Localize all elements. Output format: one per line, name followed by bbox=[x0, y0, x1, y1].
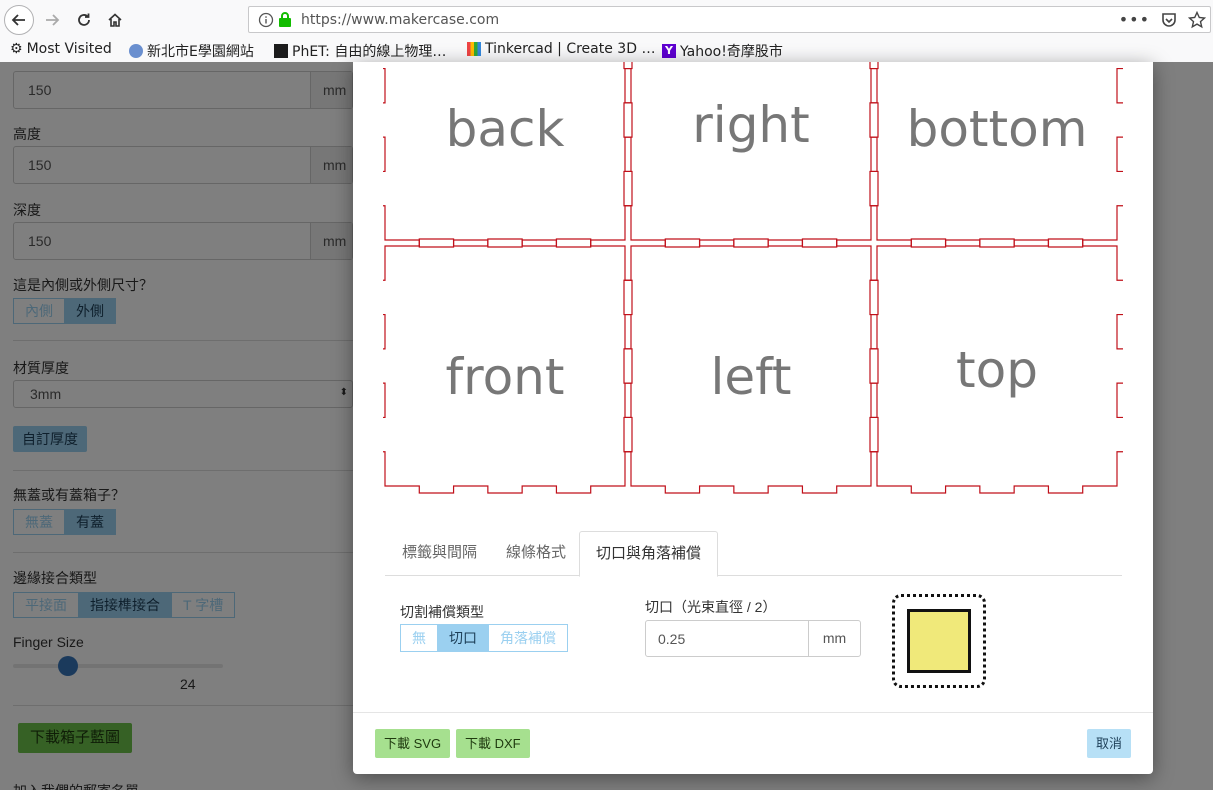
download-modal: back right bottom front left top 標籤與間隔 線條格式 切… bbox=[353, 62, 1153, 774]
arrow-left-icon bbox=[11, 14, 25, 26]
home-icon bbox=[108, 13, 122, 27]
arrow-right-icon bbox=[46, 14, 60, 26]
info-icon[interactable] bbox=[258, 12, 274, 28]
home-button[interactable] bbox=[101, 6, 129, 34]
back-button[interactable] bbox=[4, 5, 34, 35]
download-dxf-button[interactable]: 下載 DXF bbox=[456, 729, 530, 758]
kerf-unit: mm bbox=[808, 621, 860, 656]
bookmark-label: Most Visited bbox=[26, 41, 112, 57]
bookmark-yahoo[interactable]: Y Yahoo!奇摩股市 bbox=[662, 41, 783, 61]
bookmark-label: PhET: 自由的線上物理… bbox=[292, 44, 447, 60]
panel-label-right: right bbox=[692, 96, 809, 154]
bookmark-label: Tinkercad | Create 3D … bbox=[485, 41, 656, 57]
url-text: https://www.makercase.com bbox=[301, 12, 500, 28]
tinkercad-icon bbox=[467, 42, 481, 56]
bookmark-label: Yahoo!奇摩股市 bbox=[680, 44, 783, 60]
pocket-icon[interactable] bbox=[1160, 11, 1178, 29]
panel-outline bbox=[623, 62, 879, 248]
corner-compensation-option[interactable]: 角落補償 bbox=[489, 624, 568, 652]
box-plan-preview: back right bottom front left top bbox=[383, 62, 1123, 494]
panels-group: back right bottom front left top bbox=[383, 62, 1123, 494]
kerf-preview bbox=[892, 594, 986, 688]
globe-icon bbox=[129, 44, 143, 58]
kerf-type-label: 切割補償類型 bbox=[400, 604, 484, 620]
kerf-none-option[interactable]: 無 bbox=[400, 624, 438, 652]
kerf-input[interactable]: 0.25 mm bbox=[645, 620, 861, 657]
forward-button[interactable] bbox=[38, 6, 66, 34]
modal-footer: 下載 SVG 下載 DXF 取消 bbox=[353, 712, 1153, 775]
tab-labels-spacing[interactable]: 標籤與間隔 bbox=[386, 531, 493, 575]
panel-label-bottom: bottom bbox=[907, 100, 1088, 158]
options-tabs: 標籤與間隔 線條格式 切口與角落補償 bbox=[385, 531, 1122, 577]
phet-icon bbox=[274, 44, 288, 58]
kerf-label: 切口（光束直徑 / 2） bbox=[645, 599, 777, 615]
download-svg-button[interactable]: 下載 SVG bbox=[375, 729, 451, 758]
lock-icon[interactable] bbox=[278, 11, 292, 28]
bookmarks-bar: ⚙ Most Visited 新北市E學園網站 PhET: 自由的線上物理… T… bbox=[0, 40, 1213, 62]
bookmark-label: 新北市E學園網站 bbox=[147, 44, 254, 60]
tab-kerf-compensation[interactable]: 切口與角落補償 bbox=[579, 531, 719, 577]
bookmark-e-school[interactable]: 新北市E學園網站 bbox=[129, 41, 254, 61]
yahoo-icon: Y bbox=[662, 44, 676, 58]
bookmark-phet[interactable]: PhET: 自由的線上物理… bbox=[274, 41, 446, 61]
reload-button[interactable] bbox=[70, 6, 98, 34]
bookmark-tinkercad[interactable]: Tinkercad | Create 3D … bbox=[467, 41, 655, 57]
star-icon[interactable] bbox=[1188, 10, 1206, 29]
bookmark-most-visited[interactable]: ⚙ Most Visited bbox=[10, 41, 112, 57]
cancel-button[interactable]: 取消 bbox=[1087, 729, 1132, 758]
kerf-option[interactable]: 切口 bbox=[438, 624, 489, 652]
address-bar[interactable]: https://www.makercase.com ••• bbox=[248, 6, 1211, 33]
panel-label-front: front bbox=[446, 348, 565, 406]
reload-icon bbox=[78, 13, 90, 26]
page-actions-icon[interactable]: ••• bbox=[1119, 10, 1150, 29]
kerf-preview-square bbox=[907, 609, 971, 673]
tab-line-format[interactable]: 線條格式 bbox=[490, 531, 582, 575]
panel-label-left: left bbox=[711, 348, 792, 406]
kerf-type-toggle: 無 切口 角落補償 bbox=[400, 624, 568, 652]
gear-icon: ⚙ bbox=[10, 41, 23, 57]
browser-toolbar: https://www.makercase.com ••• bbox=[0, 0, 1213, 41]
panel-label-back: back bbox=[446, 100, 565, 158]
kerf-value: 0.25 bbox=[658, 631, 686, 647]
panel-label-top: top bbox=[956, 341, 1038, 399]
